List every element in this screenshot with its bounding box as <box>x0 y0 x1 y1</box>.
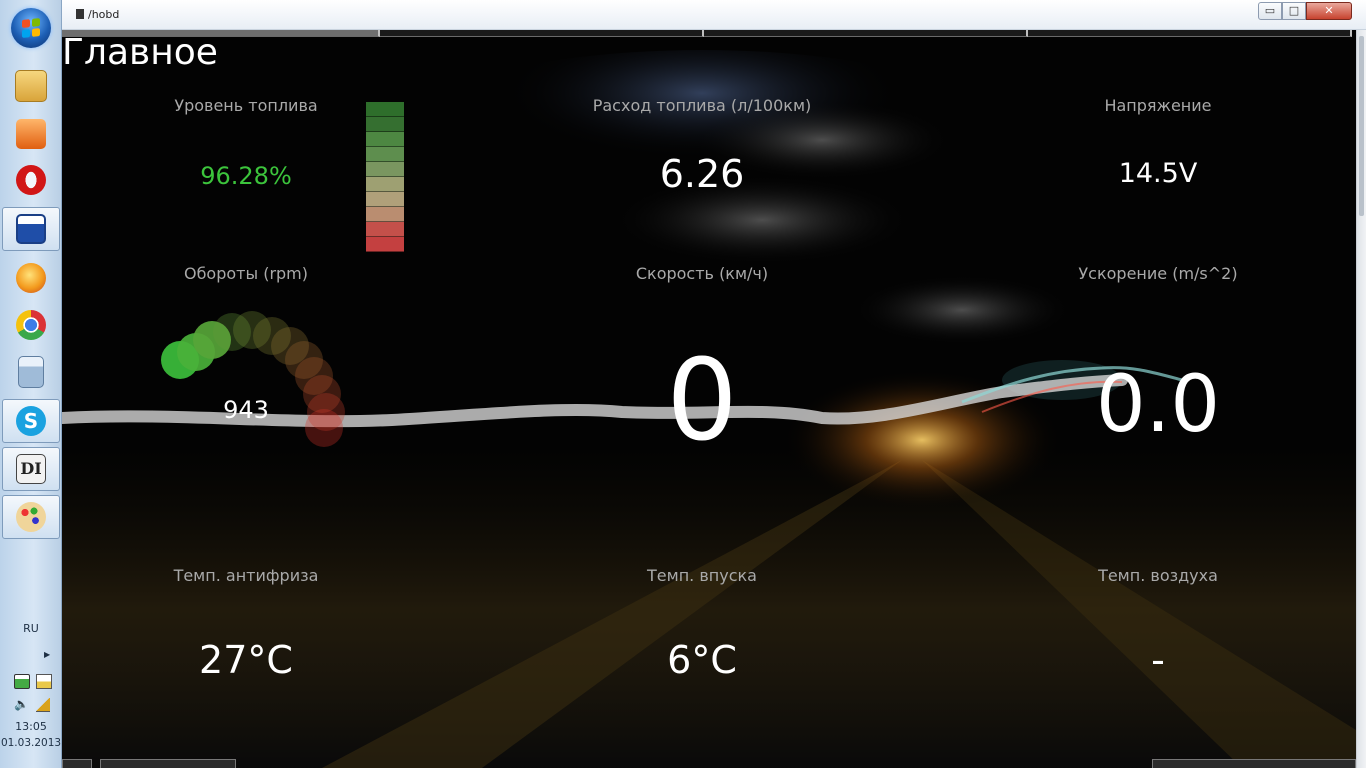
fuel-level-value: 96.28% <box>200 162 292 190</box>
fuel-level-label: Уровень топлива <box>174 96 318 115</box>
hobd-icon: DI <box>16 454 46 484</box>
speed-label: Скорость (км/ч) <box>635 264 769 283</box>
coolant-temp-tile: Темп. антифриза <box>96 566 396 585</box>
taskbar-app-paint[interactable] <box>2 495 60 539</box>
intake-temp-tile: Темп. впуска <box>552 566 852 585</box>
coolant-temp-value: 27°C <box>199 638 293 682</box>
rpm-gauge-arc <box>161 311 345 447</box>
battery-icon[interactable] <box>14 674 30 689</box>
coolant-temp-label: Темп. антифриза <box>173 566 319 585</box>
fuel-bar-segment <box>366 192 404 207</box>
air-temp-value: - <box>1151 638 1165 682</box>
fuel-usage-label: Расход топлива (л/100км) <box>592 96 812 115</box>
action-center-flag-icon[interactable] <box>36 674 52 689</box>
speed-value: 0 <box>666 336 738 466</box>
acceleration-tile: Ускорение (m/s^2) <box>1008 264 1308 283</box>
clock-time[interactable]: 13:05 <box>0 720 62 733</box>
maximize-icon: □ <box>1288 4 1300 17</box>
maximize-button[interactable]: □ <box>1282 2 1306 20</box>
firefox-icon <box>16 263 46 293</box>
taskbar-app-chrome[interactable] <box>2 303 60 347</box>
taskbar: S DI RU ▶ 🔈 13:05 01.03.2013 <box>0 0 62 768</box>
air-temp-label: Темп. воздуха <box>1098 566 1218 585</box>
pivot-indicator <box>62 30 1352 38</box>
system-tray: RU ▶ 🔈 13:05 01.03.2013 <box>0 610 62 768</box>
voltage-value: 14.5V <box>1118 158 1198 189</box>
page-title: Главное <box>62 32 218 73</box>
voltage-tile: Напряжение <box>1008 96 1308 115</box>
calculator-icon <box>18 356 44 388</box>
fuel-bar-segment <box>366 162 404 177</box>
fuel-bar-segment <box>366 207 404 222</box>
fuel-bar-segment <box>366 147 404 162</box>
volume-icon[interactable]: 🔈 <box>14 698 29 711</box>
clock-date[interactable]: 01.03.2013 <box>0 737 62 749</box>
vertical-scrollbar[interactable] <box>1356 30 1366 768</box>
voltage-label: Напряжение <box>1104 96 1212 115</box>
rpm-tile: Обороты (rpm) <box>96 264 396 283</box>
bottom-appbar-stub[interactable] <box>62 759 92 768</box>
fuel-level-tile: Уровень топлива <box>96 96 396 115</box>
fuel-usage-tile: Расход топлива (л/100км) <box>552 96 852 115</box>
show-hidden-icons-icon[interactable]: ▶ <box>44 650 50 659</box>
skype-icon: S <box>16 406 46 436</box>
acceleration-value: 0.0 <box>1095 360 1221 450</box>
rpm-label: Обороты (rpm) <box>183 264 309 283</box>
app-logo-icon <box>76 9 84 19</box>
opera-icon <box>16 165 46 195</box>
window-titlebar[interactable]: /hobd ▭ □ ✕ <box>62 0 1366 30</box>
fuel-bar-segment <box>366 237 404 252</box>
fuel-bar-segment <box>366 177 404 192</box>
start-button[interactable] <box>11 8 51 48</box>
explorer-icon <box>15 70 47 102</box>
language-indicator[interactable]: RU <box>0 622 62 635</box>
network-icon[interactable] <box>36 698 50 712</box>
bottom-appbar-stub[interactable] <box>1152 759 1356 768</box>
close-button[interactable]: ✕ <box>1306 2 1352 20</box>
speed-tile: Скорость (км/ч) <box>552 264 852 283</box>
fuel-bar-segment <box>366 132 404 147</box>
windows-logo-icon <box>22 18 40 38</box>
fuel-level-bar <box>366 102 404 252</box>
fuel-bar-segment <box>366 102 404 117</box>
taskbar-app-media-player[interactable] <box>2 112 60 156</box>
media-player-icon <box>16 119 46 149</box>
fuel-bar-segment <box>366 117 404 132</box>
pivot-segment[interactable] <box>1028 30 1352 37</box>
save-app-icon <box>16 214 46 244</box>
paint-icon <box>16 502 46 532</box>
taskbar-app-calculator[interactable] <box>2 350 60 394</box>
acceleration-label: Ускорение (m/s^2) <box>1078 264 1238 283</box>
close-icon: ✕ <box>1324 4 1334 17</box>
bottom-appbar-stub[interactable] <box>100 759 236 768</box>
dashboard-panel: Главное Уровень топлива 96.28% Расход то… <box>62 30 1356 768</box>
air-temp-tile: Темп. воздуха <box>1008 566 1308 585</box>
taskbar-app-firefox[interactable] <box>2 256 60 300</box>
scrollbar-thumb[interactable] <box>1359 36 1364 216</box>
pivot-segment[interactable] <box>380 30 704 37</box>
taskbar-app-save[interactable] <box>2 207 60 251</box>
pivot-segment[interactable] <box>704 30 1028 37</box>
fuel-usage-value: 6.26 <box>659 152 745 196</box>
fuel-bar-segment <box>366 222 404 237</box>
taskbar-app-hobd[interactable]: DI <box>2 447 60 491</box>
taskbar-app-explorer[interactable] <box>2 64 60 108</box>
intake-temp-label: Темп. впуска <box>647 566 757 585</box>
taskbar-app-opera[interactable] <box>2 158 60 202</box>
intake-temp-value: 6°C <box>667 638 737 682</box>
minimize-button[interactable]: ▭ <box>1258 2 1282 20</box>
rpm-value: 943 <box>223 396 269 424</box>
chrome-icon <box>16 310 46 340</box>
window-title-text: /hobd <box>88 8 120 21</box>
window-title: /hobd <box>76 8 119 21</box>
taskbar-app-skype[interactable]: S <box>2 399 60 443</box>
minimize-icon: ▭ <box>1264 4 1276 17</box>
